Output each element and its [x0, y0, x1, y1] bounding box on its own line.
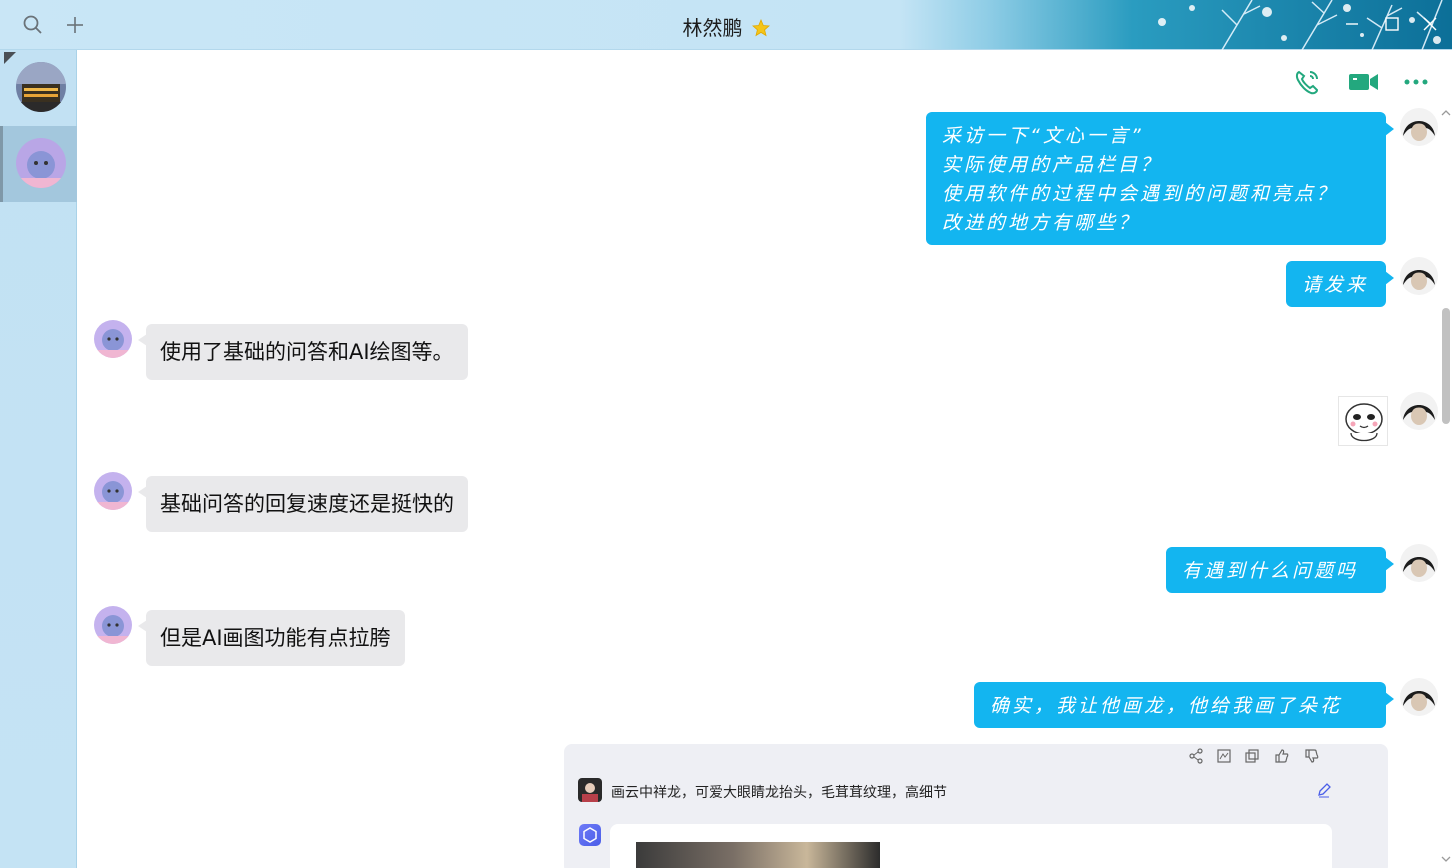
message-bubble-incoming[interactable]: 基础问答的回复速度还是挺快的	[138, 476, 468, 532]
ai-response-panel	[610, 824, 1332, 868]
chat-scrollbar[interactable]	[1441, 108, 1451, 864]
thumbs-down-icon[interactable]	[1304, 748, 1320, 764]
contact-name: 林然鹏	[682, 16, 743, 40]
avatar	[16, 62, 66, 112]
sidebar-contact-building[interactable]	[0, 50, 77, 126]
shared-ai-card[interactable]: 画云中祥龙，可爱大眼睛龙抬头，毛茸茸纹理，高细节	[564, 744, 1388, 868]
my-avatar[interactable]	[1400, 544, 1438, 582]
message-bubble-outgoing[interactable]: 请发来	[1286, 261, 1394, 307]
minimize-icon[interactable]	[1342, 14, 1362, 34]
contact-avatar[interactable]	[94, 606, 132, 644]
maximize-icon[interactable]	[1382, 14, 1402, 34]
share-icon[interactable]	[1188, 748, 1204, 764]
my-avatar[interactable]	[1400, 108, 1438, 146]
sticker-message[interactable]	[1338, 396, 1388, 446]
scroll-down-icon[interactable]	[1441, 854, 1451, 864]
contact-avatar[interactable]	[94, 472, 132, 510]
thumbs-up-icon[interactable]	[1274, 748, 1290, 764]
avatar	[16, 138, 66, 188]
message-bubble-outgoing[interactable]: 采访一下“文心一言” 实际使用的产品栏目？ 使用软件的过程中会遇到的问题和亮点？…	[926, 112, 1394, 245]
close-icon[interactable]	[1420, 14, 1440, 34]
generated-image[interactable]	[636, 842, 880, 868]
prompt-text: 画云中祥龙，可爱大眼睛龙抬头，毛茸茸纹理，高细节	[611, 785, 947, 801]
chat-panel: 采访一下“文心一言” 实际使用的产品栏目？ 使用软件的过程中会遇到的问题和亮点？…	[78, 50, 1452, 868]
conversation-sidebar	[0, 50, 77, 868]
sidebar-contact-linranpeng[interactable]	[0, 126, 77, 202]
my-avatar[interactable]	[1400, 392, 1438, 430]
user-avatar-icon	[578, 778, 602, 802]
contact-avatar[interactable]	[94, 320, 132, 358]
edit-pencil-icon[interactable]	[1316, 782, 1332, 798]
message-bubble-outgoing[interactable]: 有遇到什么问题吗	[1166, 547, 1394, 593]
image-icon[interactable]	[1216, 748, 1232, 764]
chat-title: 林然鹏	[0, 12, 1452, 41]
video-camera-icon[interactable]	[1348, 68, 1378, 96]
message-bubble-incoming[interactable]: 但是AI画图功能有点拉胯	[138, 610, 405, 666]
copy-icon[interactable]	[1244, 748, 1260, 764]
star-level-badge-icon	[751, 18, 770, 37]
message-bubble-outgoing[interactable]: 确实，我让他画龙，他给我画了朵花	[974, 682, 1394, 728]
my-avatar[interactable]	[1400, 678, 1438, 716]
my-avatar[interactable]	[1400, 257, 1438, 295]
more-dots-icon[interactable]	[1402, 68, 1432, 96]
scrollbar-thumb[interactable]	[1442, 308, 1450, 424]
wenxin-bot-icon	[579, 824, 601, 846]
message-bubble-incoming[interactable]: 使用了基础的问答和AI绘图等。	[138, 324, 468, 380]
phone-icon[interactable]	[1292, 68, 1322, 96]
title-bar: 林然鹏	[0, 0, 1452, 50]
scroll-up-icon[interactable]	[1441, 108, 1451, 118]
